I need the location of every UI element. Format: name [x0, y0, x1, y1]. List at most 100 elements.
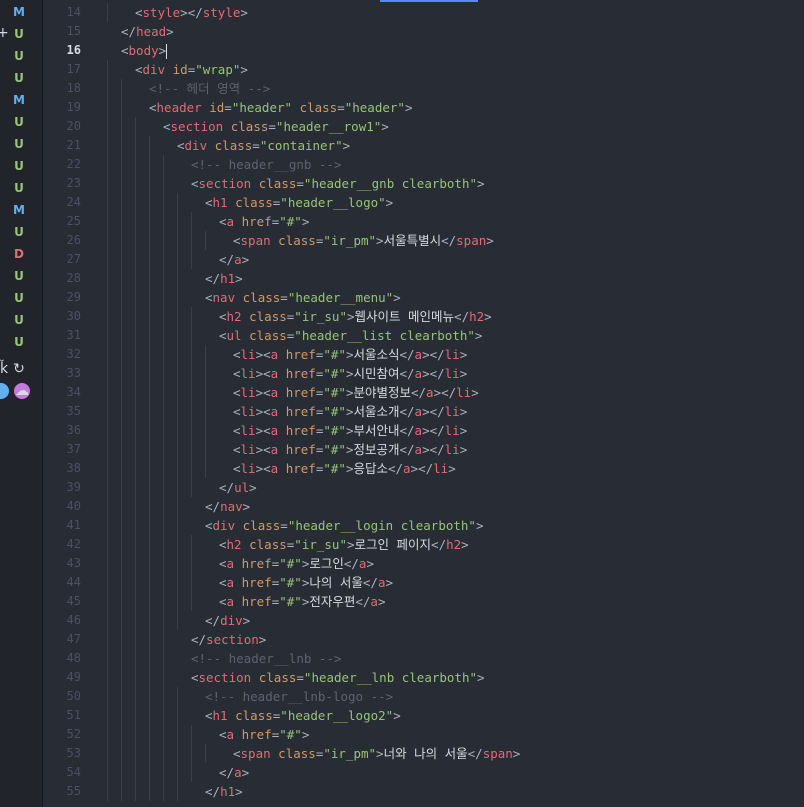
indent-guide — [163, 592, 164, 611]
indent-guide — [135, 117, 136, 136]
line-number: 47 — [66, 632, 81, 646]
code-line[interactable]: 16 <body> — [43, 41, 804, 60]
refresh-icon[interactable]: ↻ — [13, 361, 25, 377]
code-token: < — [233, 423, 241, 438]
code-text: <nav class="header__menu"> — [205, 288, 401, 307]
person-icon[interactable]: ǩ — [0, 361, 8, 377]
line-number: 21 — [66, 138, 81, 152]
code-token: h1 — [220, 271, 236, 286]
code-editor[interactable]: 14 <style></style> 15 </head> 16 <body> 17 <div… — [43, 0, 804, 807]
indent-guide — [107, 250, 108, 269]
git-status-badge: U — [14, 335, 24, 349]
indent-guide — [191, 459, 192, 478]
account-icon[interactable] — [0, 383, 9, 399]
code-line[interactable]: 34 <li><a href="#">분야별정보</a></li> — [43, 383, 804, 402]
code-token: 로그인 페이지 — [354, 537, 432, 552]
indent-guide — [191, 212, 192, 231]
code-line[interactable]: 36 <li><a href="#">부서안내</a></li> — [43, 421, 804, 440]
code-token: > — [404, 100, 413, 115]
indent-guide — [205, 459, 206, 478]
code-line[interactable]: 44 <a href="#">나의 서울</a> — [43, 573, 804, 592]
code-token: a — [226, 575, 235, 590]
code-line[interactable]: 53 <span class="ir_pm">너와 나의 서울</span> — [43, 744, 804, 763]
git-status-list: MUUUMUUUUMUDUUUU — [0, 3, 42, 355]
indent-guide — [177, 611, 178, 630]
code-line[interactable]: 28 </h1> — [43, 269, 804, 288]
code-line[interactable]: 23 <section class="header__gnb clearboth"… — [43, 174, 804, 193]
code-token: span — [482, 746, 513, 761]
code-line[interactable]: 18 <!-- 헤더 영역 --> — [43, 79, 804, 98]
indent-guide — [107, 459, 108, 478]
code-line[interactable]: 50 <!-- header__lnb-logo --> — [43, 687, 804, 706]
code-text: </section> — [191, 630, 266, 649]
code-line[interactable]: 39 </ul> — [43, 478, 804, 497]
code-line[interactable]: 15 </head> — [43, 22, 804, 41]
line-number: 24 — [66, 195, 81, 209]
code-line[interactable]: 52 <a href="#"> — [43, 725, 804, 744]
code-line[interactable]: 51 <h1 class="header__logo2"> — [43, 706, 804, 725]
code-line[interactable]: 54 </a> — [43, 763, 804, 782]
code-line[interactable]: 43 <a href="#">로그인</a> — [43, 554, 804, 573]
code-line[interactable]: 42 <h2 class="ir_su">로그인 페이지</h2> — [43, 535, 804, 554]
code-line[interactable]: 35 <li><a href="#">서울소개</a></li> — [43, 402, 804, 421]
code-line[interactable]: 14 <style></style> — [43, 3, 804, 22]
indent-guide — [135, 744, 136, 763]
code-token: 서울소식 — [353, 347, 400, 362]
code-token: "header__login clearboth" — [287, 518, 476, 533]
code-line[interactable]: 48 <!-- header__lnb --> — [43, 649, 804, 668]
code-token: >< — [255, 442, 271, 457]
cloud-icon[interactable]: ☁ — [14, 383, 30, 399]
code-line[interactable]: 21 <div class="container"> — [43, 136, 804, 155]
code-token: >< — [255, 385, 271, 400]
code-line[interactable]: 31 <ul class="header__list clearboth"> — [43, 326, 804, 345]
code-token: "header__menu" — [287, 290, 394, 305]
code-line[interactable]: 41 <div class="header__login clearboth"> — [43, 516, 804, 535]
indent-guide — [107, 649, 108, 668]
indent-guide — [121, 535, 122, 554]
code-token: <!-- header__lnb-logo --> — [205, 689, 394, 704]
code-line[interactable]: 29 <nav class="header__menu"> — [43, 288, 804, 307]
code-line[interactable]: 27 </a> — [43, 250, 804, 269]
code-line[interactable]: 49 <section class="header__lnb clearboth"… — [43, 668, 804, 687]
code-token: a — [226, 214, 235, 229]
indent-guide — [177, 782, 178, 801]
code-line[interactable]: 19 <header id="header" class="header"> — [43, 98, 804, 117]
code-line[interactable]: 25 <a href="#"> — [43, 212, 804, 231]
code-token: < — [219, 727, 227, 742]
indent-guide — [149, 402, 150, 421]
indent-guide — [135, 174, 136, 193]
code-line[interactable]: 22 <!-- header__gnb --> — [43, 155, 804, 174]
code-text: <li><a href="#">서울소개</a></li> — [233, 402, 467, 421]
code-line[interactable]: 45 <a href="#">전자우편</a> — [43, 592, 804, 611]
line-number: 23 — [66, 176, 81, 190]
code-line[interactable]: 46 </div> — [43, 611, 804, 630]
git-status-badge: M — [13, 5, 25, 19]
code-token: 서울특별시 — [383, 233, 442, 248]
indent-guide — [107, 687, 108, 706]
code-text: </a> — [219, 763, 249, 782]
code-line[interactable]: 17 <div id="wrap"> — [43, 60, 804, 79]
indent-guide — [107, 79, 108, 98]
code-line[interactable]: 40 </nav> — [43, 497, 804, 516]
code-line[interactable]: 37 <li><a href="#">정보공개</a></li> — [43, 440, 804, 459]
code-line[interactable]: 20 <section class="header__row1"> — [43, 117, 804, 136]
code-line[interactable]: 55 </h1> — [43, 782, 804, 801]
indent-guide — [121, 497, 122, 516]
plus-icon[interactable]: + — [0, 25, 9, 41]
code-line[interactable]: 30 <h2 class="ir_su">웹사이트 메인메뉴</h2> — [43, 307, 804, 326]
indent-guide — [149, 725, 150, 744]
code-line[interactable]: 47 </section> — [43, 630, 804, 649]
indent-guide — [177, 554, 178, 573]
indent-guide — [107, 345, 108, 364]
indent-guide — [163, 535, 164, 554]
code-line[interactable]: 38 <li><a href="#">응답소</a></li> — [43, 459, 804, 478]
code-line[interactable]: 24 <h1 class="header__logo"> — [43, 193, 804, 212]
code-line[interactable]: 26 <span class="ir_pm">서울특별시</span> — [43, 231, 804, 250]
indent-guide — [121, 402, 122, 421]
line-number: 17 — [66, 62, 81, 76]
code-line[interactable]: 32 <li><a href="#">서울소식</a></li> — [43, 345, 804, 364]
code-token: 전자우편 — [309, 594, 356, 609]
code-line[interactable]: 33 <li><a href="#">시민참여</a></li> — [43, 364, 804, 383]
indent-guide — [149, 782, 150, 801]
